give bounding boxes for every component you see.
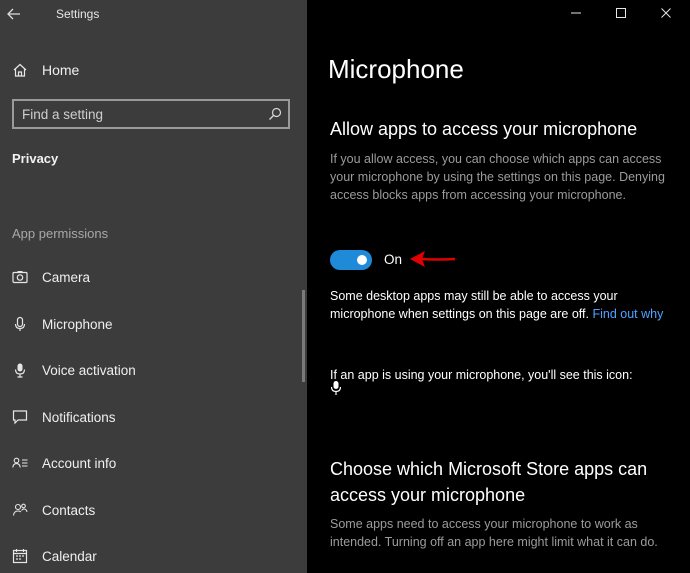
notifications-icon [12, 410, 28, 425]
account-info-icon [12, 457, 28, 468]
find-out-why-link[interactable]: Find out why [592, 307, 663, 321]
back-button[interactable] [4, 4, 24, 24]
voice-activation-icon [14, 363, 26, 378]
in-use-icon-note: If an app is using your microphone, you'… [330, 368, 633, 382]
allow-access-heading: Allow apps to access your microphone [330, 119, 638, 139]
title-bar: Settings [0, 0, 307, 30]
store-apps-description: Some apps need to access your microphone… [330, 517, 658, 549]
page-title: Microphone [328, 54, 464, 84]
close-icon [661, 8, 671, 18]
minimize-button[interactable] [561, 0, 591, 30]
section-title-app-permissions: App permissions [12, 226, 109, 241]
home-label: Home [42, 62, 80, 78]
store-apps-heading: Choose which Microsoft Store apps can ac… [330, 459, 648, 505]
toggle-knob [357, 255, 367, 265]
main-content: Microphone Allow apps to access your mic… [307, 0, 690, 573]
close-button[interactable] [651, 0, 681, 30]
sidebar-item-camera[interactable]: Camera [12, 266, 292, 288]
sidebar-item-voice-activation[interactable]: Voice activation [12, 359, 292, 381]
maximize-button[interactable] [606, 0, 636, 30]
sidebar-item-account-info[interactable]: Account info [12, 452, 292, 474]
contacts-icon [12, 503, 28, 516]
sidebar-item-contacts[interactable]: Contacts [12, 499, 292, 521]
sidebar-item-label: Notifications [42, 409, 116, 425]
annotation-arrow-icon [410, 251, 456, 267]
search-icon[interactable] [268, 107, 282, 121]
desktop-apps-note-text: Some desktop apps may still be able to a… [330, 289, 618, 321]
desktop-apps-note: Some desktop apps may still be able to a… [330, 287, 675, 323]
microphone-icon [14, 316, 26, 331]
app-title: Settings [56, 7, 100, 21]
sidebar: Settings Home Privacy App permissions Ca… [0, 0, 307, 573]
sidebar-item-home[interactable]: Home [12, 59, 79, 81]
section-title-privacy: Privacy [12, 151, 59, 166]
sidebar-item-microphone[interactable]: Microphone [12, 313, 292, 335]
search-input[interactable] [22, 105, 262, 123]
maximize-icon [616, 8, 626, 18]
sidebar-item-calendar[interactable]: Calendar [12, 545, 292, 567]
sidebar-item-label: Contacts [42, 502, 96, 518]
camera-icon [12, 271, 28, 284]
calendar-icon [12, 549, 28, 564]
toggle-state-label: On [384, 252, 403, 267]
sidebar-item-label: Voice activation [42, 362, 136, 378]
home-icon [13, 63, 27, 77]
sidebar-item-notifications[interactable]: Notifications [12, 406, 292, 428]
sidebar-item-label: Account info [42, 455, 117, 471]
sidebar-item-label: Camera [42, 269, 91, 285]
sidebar-scrollbar[interactable] [302, 290, 305, 382]
search-box[interactable] [12, 99, 290, 129]
microphone-access-toggle[interactable] [330, 250, 372, 270]
sidebar-item-label: Microphone [42, 316, 113, 332]
back-arrow-icon [7, 8, 20, 20]
microphone-in-use-icon [330, 381, 342, 395]
sidebar-item-label: Calendar [42, 548, 97, 564]
minimize-icon [571, 12, 581, 14]
allow-access-description: If you allow access, you can choose whic… [330, 152, 665, 202]
